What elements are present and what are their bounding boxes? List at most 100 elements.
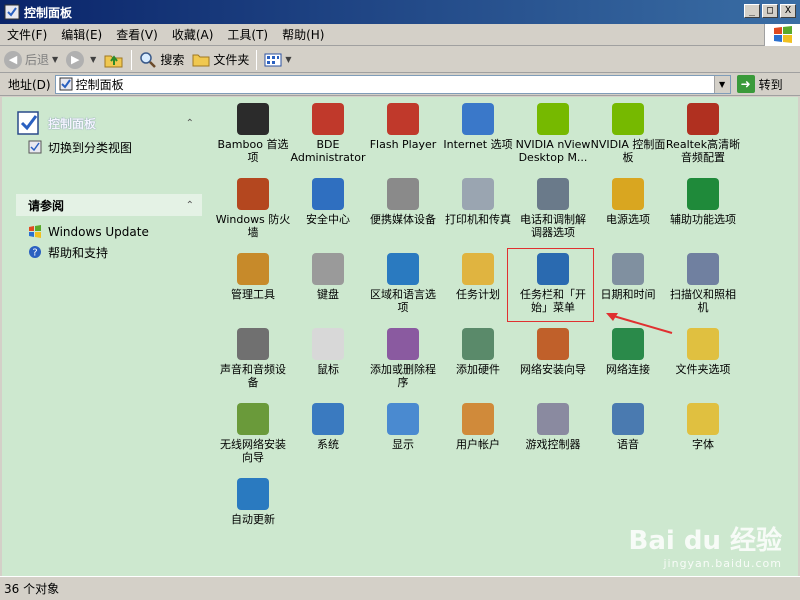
go-button[interactable]: ➜ 转到 [736, 75, 783, 93]
control-panel-item[interactable]: 打印机和传真 [440, 178, 516, 226]
control-panel-item-icon [462, 253, 494, 285]
back-label: 后退 [25, 53, 50, 67]
menu-file[interactable]: 文件(F) [0, 26, 54, 43]
control-panel-item-label: Flash Player [369, 138, 437, 151]
control-panel-item-label: 用户帐户 [456, 438, 500, 451]
control-panel-item[interactable]: 电源选项 [590, 178, 666, 226]
control-panel-item-label: Bamboo 首选项 [217, 138, 289, 164]
control-panel-item-label: 添加硬件 [456, 363, 500, 376]
control-panel-item[interactable]: Bamboo 首选项 [215, 103, 291, 164]
views-button[interactable]: ▼ [260, 49, 295, 71]
control-panel-item[interactable]: Internet 选项 [440, 103, 516, 151]
control-panel-item[interactable]: NVIDIA 控制面板 [590, 103, 666, 164]
address-input[interactable]: 控制面板 ▼ [54, 74, 731, 94]
back-button[interactable]: ◀ 后退 ▼ [0, 49, 62, 71]
control-panel-item-label: 电源选项 [606, 213, 650, 226]
chevron-down-icon: ▼ [90, 55, 97, 64]
control-panel-item-icon [237, 253, 269, 285]
control-panel-item-label: Realtek高清晰音频配置 [665, 138, 741, 164]
forward-button[interactable]: ▶ ▼ [62, 49, 100, 71]
collapse-icon[interactable]: ⌃ [186, 200, 194, 211]
search-button[interactable]: 搜索 [135, 49, 188, 71]
control-panel-item-icon [687, 103, 719, 135]
control-panel-item-icon [462, 103, 494, 135]
control-panel-item-label: 电话和调制解调器选项 [520, 213, 586, 239]
control-panel-item-icon [312, 103, 344, 135]
control-panel-item[interactable]: 管理工具 [215, 253, 291, 301]
forward-arrow-icon: ▶ [66, 50, 85, 69]
control-panel-item[interactable]: 网络安装向导 [515, 328, 591, 376]
control-panel-item[interactable]: 键盘 [290, 253, 366, 301]
minimize-button[interactable]: _ [744, 4, 760, 18]
close-button[interactable]: X [780, 4, 796, 18]
views-icon [264, 53, 282, 66]
menu-tools[interactable]: 工具(T) [220, 26, 275, 43]
control-panel-item-label: 便携媒体设备 [370, 213, 436, 226]
control-panel-item-icon [537, 178, 569, 210]
collapse-icon[interactable]: ⌃ [186, 118, 194, 129]
maximize-button[interactable]: □ [762, 4, 778, 18]
content-area: 控制面板 ⌃ 切换到分类视图 请参阅 ⌃ Windows Update ? 帮助… [2, 97, 798, 576]
control-panel-item[interactable]: 日期和时间 [590, 253, 666, 301]
control-panel-item[interactable]: 辅助功能选项 [665, 178, 741, 226]
control-panel-item[interactable]: 游戏控制器 [515, 403, 591, 451]
control-panel-item[interactable]: 便携媒体设备 [365, 178, 441, 226]
control-panel-item-label: Windows 防火墙 [215, 213, 291, 239]
control-panel-item[interactable]: 添加或删除程序 [365, 328, 441, 389]
control-panel-item[interactable]: 无线网络安装向导 [215, 403, 291, 464]
control-panel-item[interactable]: Realtek高清晰音频配置 [665, 103, 741, 164]
control-panel-icon [17, 111, 39, 135]
control-panel-item[interactable]: 电话和调制解调器选项 [515, 178, 591, 239]
watermark-sub: jingyan.baidu.com [663, 557, 782, 570]
control-panel-item[interactable]: 安全中心 [290, 178, 366, 226]
control-panel-item[interactable]: 任务计划 [440, 253, 516, 301]
help-and-support-link[interactable]: ? 帮助和支持 [28, 242, 202, 262]
menu-view[interactable]: 查看(V) [109, 26, 165, 43]
search-icon [140, 51, 157, 68]
control-panel-item[interactable]: 显示 [365, 403, 441, 451]
control-panel-item[interactable]: 系统 [290, 403, 366, 451]
control-panel-item-label: 辅助功能选项 [670, 213, 736, 226]
control-panel-item[interactable]: 声音和音频设备 [215, 328, 291, 389]
address-dropdown-button[interactable]: ▼ [713, 75, 730, 93]
window-title: 控制面板 [24, 5, 73, 20]
panel-title: 控制面板 [48, 116, 97, 131]
see-also-pane: 请参阅 ⌃ Windows Update ? 帮助和支持 [16, 194, 202, 269]
control-panel-item-icon [537, 103, 569, 135]
menu-edit[interactable]: 编辑(E) [54, 26, 109, 43]
control-panel-item-icon [612, 253, 644, 285]
help-label: 帮助和支持 [48, 245, 109, 260]
windows-update-link[interactable]: Windows Update [28, 222, 202, 242]
folders-button[interactable]: 文件夹 [188, 49, 253, 71]
control-panel-item-icon [312, 328, 344, 360]
menu-help[interactable]: 帮助(H) [275, 26, 331, 43]
menu-favorites[interactable]: 收藏(A) [165, 26, 221, 43]
chevron-down-icon: ▼ [285, 55, 292, 64]
control-panel-item-icon [462, 403, 494, 435]
control-panel-item-icon [687, 178, 719, 210]
up-folder-button[interactable] [100, 49, 128, 71]
control-panel-item[interactable]: 用户帐户 [440, 403, 516, 451]
control-panel-item[interactable]: 扫描仪和照相机 [665, 253, 741, 314]
status-bar: 36 个对象 [0, 576, 800, 600]
control-panel-item[interactable]: Flash Player [365, 103, 441, 151]
control-panel-item[interactable]: 鼠标 [290, 328, 366, 376]
control-panel-item-icon [537, 328, 569, 360]
control-panel-item[interactable]: NVIDIA nView Desktop M... [515, 103, 591, 164]
toolbar-separator [131, 49, 133, 70]
control-panel-item-label: 任务计划 [456, 288, 500, 301]
switch-to-category-view-link[interactable]: 切换到分类视图 [28, 137, 202, 157]
control-panel-item-label: 自动更新 [231, 513, 275, 526]
control-panel-item[interactable]: 语音 [590, 403, 666, 451]
control-panel-item[interactable]: 区域和语言选项 [365, 253, 441, 314]
control-panel-item[interactable]: Windows 防火墙 [215, 178, 291, 239]
control-panel-item[interactable]: 字体 [665, 403, 741, 451]
control-panel-item-label: 文件夹选项 [675, 363, 731, 376]
control-panel-item-icon [387, 103, 419, 135]
see-also-header[interactable]: 请参阅 ⌃ [16, 194, 202, 216]
control-panel-pane-header[interactable]: 控制面板 ⌃ [16, 109, 202, 137]
control-panel-item-label: 网络连接 [606, 363, 650, 376]
control-panel-item[interactable]: BDE Administrator [290, 103, 366, 164]
control-panel-item[interactable]: 添加硬件 [440, 328, 516, 376]
control-panel-item[interactable]: 自动更新 [215, 478, 291, 526]
